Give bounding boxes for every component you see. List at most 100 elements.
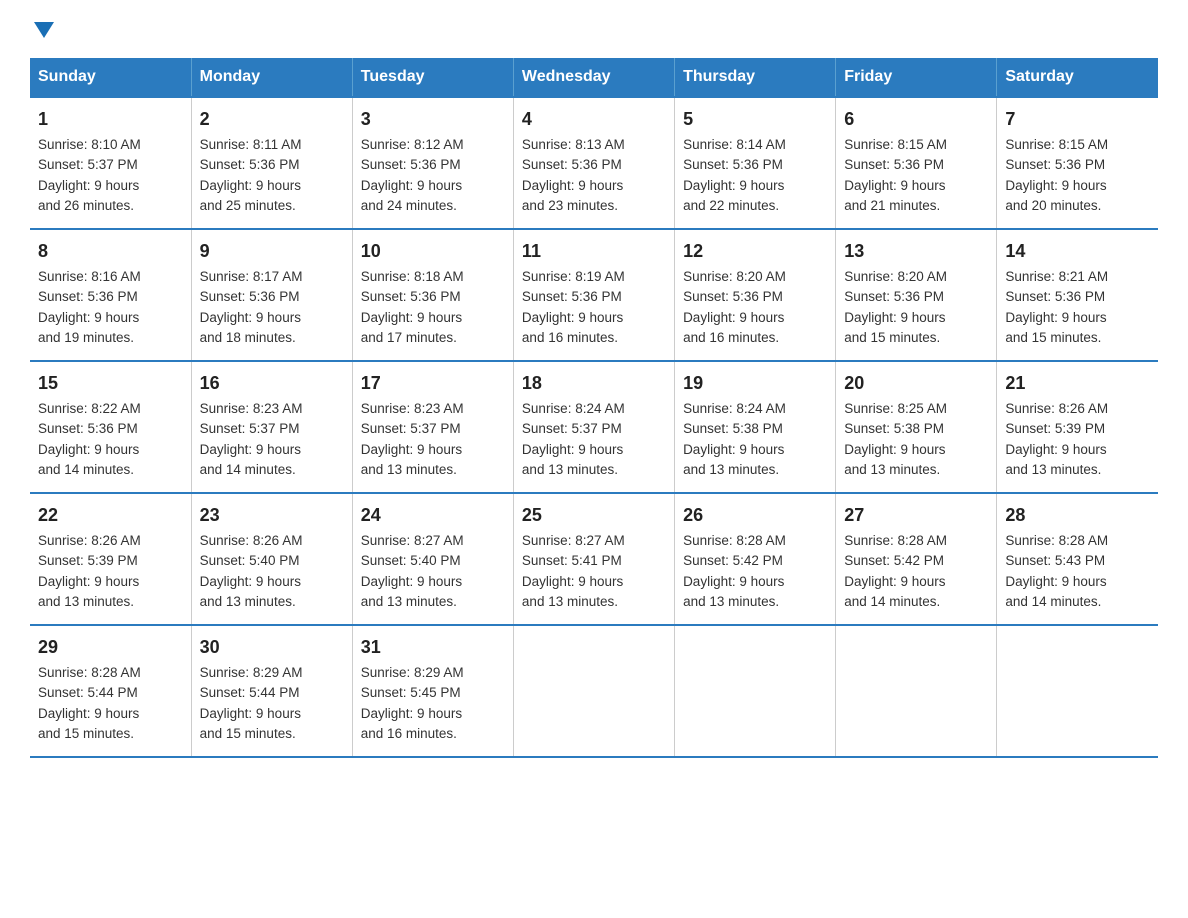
day-info: Sunrise: 8:29 AMSunset: 5:44 PMDaylight:… — [200, 665, 303, 741]
day-number: 4 — [522, 106, 666, 133]
day-info: Sunrise: 8:15 AMSunset: 5:36 PMDaylight:… — [844, 137, 947, 213]
column-header-sunday: Sunday — [30, 58, 191, 97]
week-row-1: 1 Sunrise: 8:10 AMSunset: 5:37 PMDayligh… — [30, 97, 1158, 229]
calendar-cell: 7 Sunrise: 8:15 AMSunset: 5:36 PMDayligh… — [997, 97, 1158, 229]
column-header-friday: Friday — [836, 58, 997, 97]
calendar-cell: 24 Sunrise: 8:27 AMSunset: 5:40 PMDaylig… — [352, 493, 513, 625]
week-row-3: 15 Sunrise: 8:22 AMSunset: 5:36 PMDaylig… — [30, 361, 1158, 493]
day-number: 3 — [361, 106, 505, 133]
day-info: Sunrise: 8:16 AMSunset: 5:36 PMDaylight:… — [38, 269, 141, 345]
day-number: 1 — [38, 106, 183, 133]
day-info: Sunrise: 8:29 AMSunset: 5:45 PMDaylight:… — [361, 665, 464, 741]
day-number: 22 — [38, 502, 183, 529]
day-number: 21 — [1005, 370, 1150, 397]
calendar-cell: 21 Sunrise: 8:26 AMSunset: 5:39 PMDaylig… — [997, 361, 1158, 493]
day-number: 19 — [683, 370, 827, 397]
day-number: 5 — [683, 106, 827, 133]
calendar-cell: 14 Sunrise: 8:21 AMSunset: 5:36 PMDaylig… — [997, 229, 1158, 361]
calendar-cell: 20 Sunrise: 8:25 AMSunset: 5:38 PMDaylig… — [836, 361, 997, 493]
day-info: Sunrise: 8:28 AMSunset: 5:42 PMDaylight:… — [683, 533, 786, 609]
day-number: 8 — [38, 238, 183, 265]
day-info: Sunrise: 8:24 AMSunset: 5:38 PMDaylight:… — [683, 401, 786, 477]
day-info: Sunrise: 8:15 AMSunset: 5:36 PMDaylight:… — [1005, 137, 1108, 213]
calendar-cell: 12 Sunrise: 8:20 AMSunset: 5:36 PMDaylig… — [675, 229, 836, 361]
day-number: 30 — [200, 634, 344, 661]
day-number: 15 — [38, 370, 183, 397]
calendar-cell: 11 Sunrise: 8:19 AMSunset: 5:36 PMDaylig… — [513, 229, 674, 361]
day-info: Sunrise: 8:19 AMSunset: 5:36 PMDaylight:… — [522, 269, 625, 345]
day-number: 23 — [200, 502, 344, 529]
calendar-cell — [513, 625, 674, 757]
calendar-cell: 17 Sunrise: 8:23 AMSunset: 5:37 PMDaylig… — [352, 361, 513, 493]
day-number: 27 — [844, 502, 988, 529]
day-info: Sunrise: 8:11 AMSunset: 5:36 PMDaylight:… — [200, 137, 302, 213]
calendar-cell: 4 Sunrise: 8:13 AMSunset: 5:36 PMDayligh… — [513, 97, 674, 229]
day-number: 6 — [844, 106, 988, 133]
day-info: Sunrise: 8:28 AMSunset: 5:43 PMDaylight:… — [1005, 533, 1108, 609]
column-header-wednesday: Wednesday — [513, 58, 674, 97]
calendar-table: SundayMondayTuesdayWednesdayThursdayFrid… — [30, 58, 1158, 758]
week-row-5: 29 Sunrise: 8:28 AMSunset: 5:44 PMDaylig… — [30, 625, 1158, 757]
day-number: 9 — [200, 238, 344, 265]
day-info: Sunrise: 8:17 AMSunset: 5:36 PMDaylight:… — [200, 269, 303, 345]
calendar-cell: 9 Sunrise: 8:17 AMSunset: 5:36 PMDayligh… — [191, 229, 352, 361]
day-number: 17 — [361, 370, 505, 397]
calendar-cell — [836, 625, 997, 757]
day-info: Sunrise: 8:25 AMSunset: 5:38 PMDaylight:… — [844, 401, 947, 477]
day-number: 18 — [522, 370, 666, 397]
day-number: 26 — [683, 502, 827, 529]
day-info: Sunrise: 8:28 AMSunset: 5:44 PMDaylight:… — [38, 665, 141, 741]
day-info: Sunrise: 8:23 AMSunset: 5:37 PMDaylight:… — [361, 401, 464, 477]
week-row-4: 22 Sunrise: 8:26 AMSunset: 5:39 PMDaylig… — [30, 493, 1158, 625]
calendar-cell: 23 Sunrise: 8:26 AMSunset: 5:40 PMDaylig… — [191, 493, 352, 625]
calendar-cell: 8 Sunrise: 8:16 AMSunset: 5:36 PMDayligh… — [30, 229, 191, 361]
day-info: Sunrise: 8:26 AMSunset: 5:39 PMDaylight:… — [1005, 401, 1108, 477]
day-info: Sunrise: 8:20 AMSunset: 5:36 PMDaylight:… — [844, 269, 947, 345]
day-number: 29 — [38, 634, 183, 661]
calendar-cell: 30 Sunrise: 8:29 AMSunset: 5:44 PMDaylig… — [191, 625, 352, 757]
column-header-saturday: Saturday — [997, 58, 1158, 97]
day-info: Sunrise: 8:24 AMSunset: 5:37 PMDaylight:… — [522, 401, 625, 477]
day-number: 12 — [683, 238, 827, 265]
day-info: Sunrise: 8:26 AMSunset: 5:39 PMDaylight:… — [38, 533, 141, 609]
calendar-cell: 28 Sunrise: 8:28 AMSunset: 5:43 PMDaylig… — [997, 493, 1158, 625]
calendar-cell: 19 Sunrise: 8:24 AMSunset: 5:38 PMDaylig… — [675, 361, 836, 493]
calendar-cell: 22 Sunrise: 8:26 AMSunset: 5:39 PMDaylig… — [30, 493, 191, 625]
day-number: 28 — [1005, 502, 1150, 529]
calendar-cell: 3 Sunrise: 8:12 AMSunset: 5:36 PMDayligh… — [352, 97, 513, 229]
calendar-cell: 26 Sunrise: 8:28 AMSunset: 5:42 PMDaylig… — [675, 493, 836, 625]
page-header — [30, 20, 1158, 38]
column-header-tuesday: Tuesday — [352, 58, 513, 97]
calendar-cell: 6 Sunrise: 8:15 AMSunset: 5:36 PMDayligh… — [836, 97, 997, 229]
day-info: Sunrise: 8:27 AMSunset: 5:40 PMDaylight:… — [361, 533, 464, 609]
calendar-cell: 27 Sunrise: 8:28 AMSunset: 5:42 PMDaylig… — [836, 493, 997, 625]
day-info: Sunrise: 8:22 AMSunset: 5:36 PMDaylight:… — [38, 401, 141, 477]
calendar-cell: 15 Sunrise: 8:22 AMSunset: 5:36 PMDaylig… — [30, 361, 191, 493]
day-info: Sunrise: 8:23 AMSunset: 5:37 PMDaylight:… — [200, 401, 303, 477]
calendar-cell: 25 Sunrise: 8:27 AMSunset: 5:41 PMDaylig… — [513, 493, 674, 625]
day-info: Sunrise: 8:28 AMSunset: 5:42 PMDaylight:… — [844, 533, 947, 609]
day-number: 25 — [522, 502, 666, 529]
calendar-cell: 5 Sunrise: 8:14 AMSunset: 5:36 PMDayligh… — [675, 97, 836, 229]
calendar-cell: 29 Sunrise: 8:28 AMSunset: 5:44 PMDaylig… — [30, 625, 191, 757]
day-number: 14 — [1005, 238, 1150, 265]
day-info: Sunrise: 8:20 AMSunset: 5:36 PMDaylight:… — [683, 269, 786, 345]
day-info: Sunrise: 8:14 AMSunset: 5:36 PMDaylight:… — [683, 137, 786, 213]
calendar-cell: 16 Sunrise: 8:23 AMSunset: 5:37 PMDaylig… — [191, 361, 352, 493]
day-number: 16 — [200, 370, 344, 397]
day-number: 31 — [361, 634, 505, 661]
day-info: Sunrise: 8:13 AMSunset: 5:36 PMDaylight:… — [522, 137, 625, 213]
calendar-cell: 18 Sunrise: 8:24 AMSunset: 5:37 PMDaylig… — [513, 361, 674, 493]
logo-triangle-icon — [34, 22, 54, 38]
calendar-cell: 13 Sunrise: 8:20 AMSunset: 5:36 PMDaylig… — [836, 229, 997, 361]
day-info: Sunrise: 8:10 AMSunset: 5:37 PMDaylight:… — [38, 137, 141, 213]
day-info: Sunrise: 8:18 AMSunset: 5:36 PMDaylight:… — [361, 269, 464, 345]
calendar-cell — [675, 625, 836, 757]
day-number: 2 — [200, 106, 344, 133]
day-info: Sunrise: 8:27 AMSunset: 5:41 PMDaylight:… — [522, 533, 625, 609]
column-header-thursday: Thursday — [675, 58, 836, 97]
column-header-monday: Monday — [191, 58, 352, 97]
week-row-2: 8 Sunrise: 8:16 AMSunset: 5:36 PMDayligh… — [30, 229, 1158, 361]
calendar-cell: 31 Sunrise: 8:29 AMSunset: 5:45 PMDaylig… — [352, 625, 513, 757]
day-number: 7 — [1005, 106, 1150, 133]
